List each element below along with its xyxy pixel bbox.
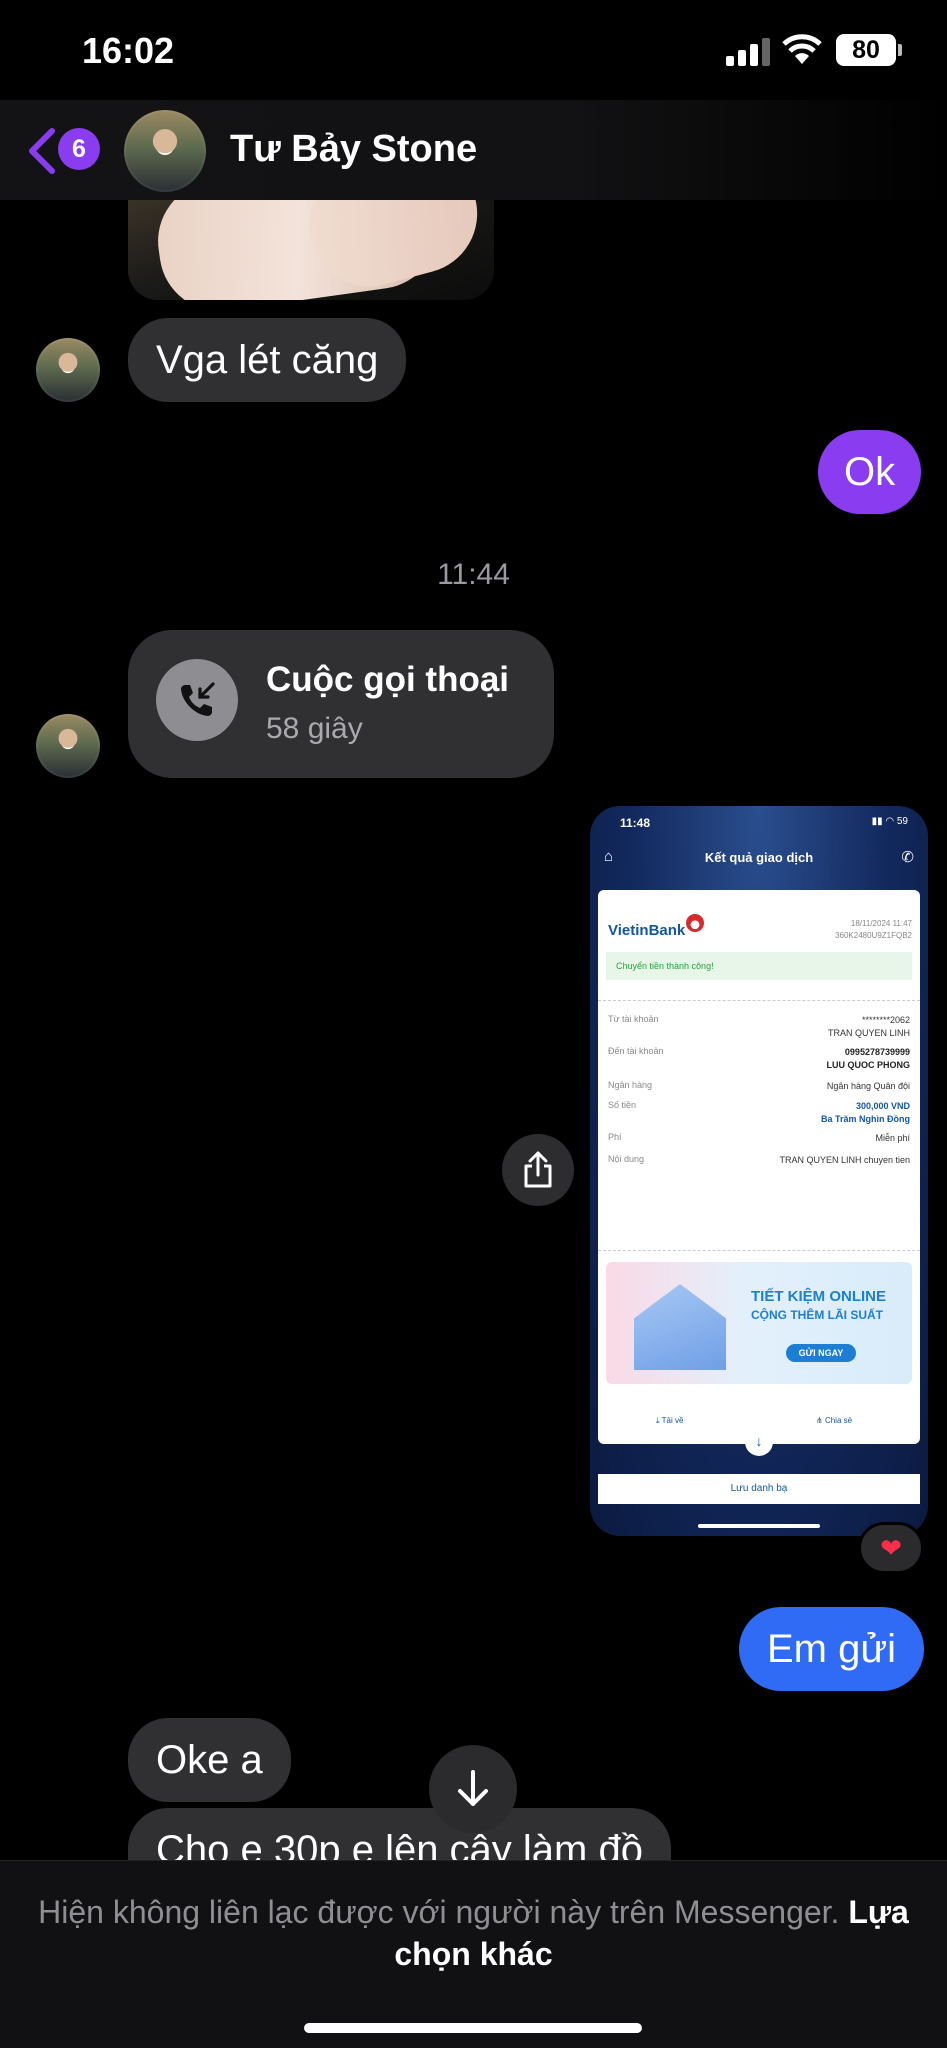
heart-reaction-icon[interactable]: ❤ bbox=[858, 1522, 924, 1574]
savings-house-icon bbox=[634, 1284, 726, 1370]
incoming-call-icon bbox=[156, 659, 238, 741]
back-button[interactable]: 6 bbox=[26, 124, 106, 178]
receipt-status-icons: ▮▮ ◠ 59 bbox=[871, 816, 908, 827]
status-time: 16:02 bbox=[82, 30, 175, 71]
composer-unavailable: Hiện không liên lạc được với người này t… bbox=[0, 1860, 947, 2048]
contact-name[interactable]: Tư Bảy Stone bbox=[230, 128, 477, 171]
receipt-battery: 59 bbox=[896, 816, 908, 827]
voice-call-message[interactable]: Cuộc gọi thoại 58 giây bbox=[128, 630, 554, 778]
message-outgoing[interactable]: Em gửi bbox=[739, 1607, 925, 1691]
promo-banner: TIẾT KIỆM ONLINE CỘNG THÊM LÃI SUẤT GỬI … bbox=[606, 1262, 912, 1384]
success-banner: Chuyển tiền thành công! bbox=[606, 952, 912, 980]
share-icon bbox=[524, 1151, 552, 1188]
home-indicator bbox=[304, 2023, 642, 2033]
arrow-down-icon: ↓ bbox=[745, 1428, 773, 1456]
receipt-card: VietinBank 18/11/2024 11:47 360K2480U9Z1F… bbox=[598, 890, 920, 1444]
share-action: ⋔ Chia sẻ bbox=[816, 1416, 853, 1425]
status-bar: 16:02 80 bbox=[0, 0, 947, 100]
message-outgoing[interactable]: Ok bbox=[818, 430, 922, 514]
arrow-down-icon bbox=[458, 1770, 488, 1806]
message-timestamp: 11:44 bbox=[437, 558, 510, 591]
unavailable-notice: Hiện không liên lạc được với người này t… bbox=[38, 1894, 909, 1972]
receipt-image-message[interactable]: 11:48 ▮▮ ◠ 59 ⌂ Kết quả giao dịch ✆ Viet… bbox=[590, 806, 928, 1536]
receipt-datetime: 18/11/2024 11:47 360K2480U9Z1FQB2 bbox=[835, 919, 912, 940]
photo-message[interactable] bbox=[128, 200, 494, 300]
chat-header: 6 Tư Bảy Stone bbox=[0, 100, 947, 200]
sender-avatar bbox=[36, 338, 100, 402]
call-duration: 58 giây bbox=[266, 712, 363, 745]
save-contact-button: Lưu danh bạ bbox=[598, 1474, 920, 1504]
message-incoming[interactable]: Oke a bbox=[128, 1718, 291, 1802]
wifi-icon bbox=[782, 34, 822, 64]
message-incoming[interactable]: Vga lét căng bbox=[128, 318, 407, 402]
sender-avatar bbox=[36, 714, 100, 778]
contact-avatar[interactable] bbox=[124, 110, 206, 192]
receipt-status-time: 11:48 bbox=[620, 816, 651, 830]
phone-icon: ✆ bbox=[901, 849, 914, 866]
receipt-title: Kết quả giao dịch bbox=[704, 850, 814, 865]
bank-logo-mark bbox=[686, 914, 704, 932]
battery-icon: 80 bbox=[836, 34, 902, 66]
share-button[interactable] bbox=[502, 1134, 574, 1206]
signal-icon bbox=[726, 38, 770, 66]
download-action: ⤓ Tải về bbox=[656, 1416, 684, 1425]
call-title: Cuộc gọi thoại bbox=[266, 660, 510, 699]
chevron-left-icon bbox=[29, 128, 55, 174]
unread-badge: 6 bbox=[58, 128, 100, 170]
scroll-to-bottom-button[interactable] bbox=[429, 1745, 517, 1833]
bank-logo: VietinBank bbox=[608, 922, 686, 939]
